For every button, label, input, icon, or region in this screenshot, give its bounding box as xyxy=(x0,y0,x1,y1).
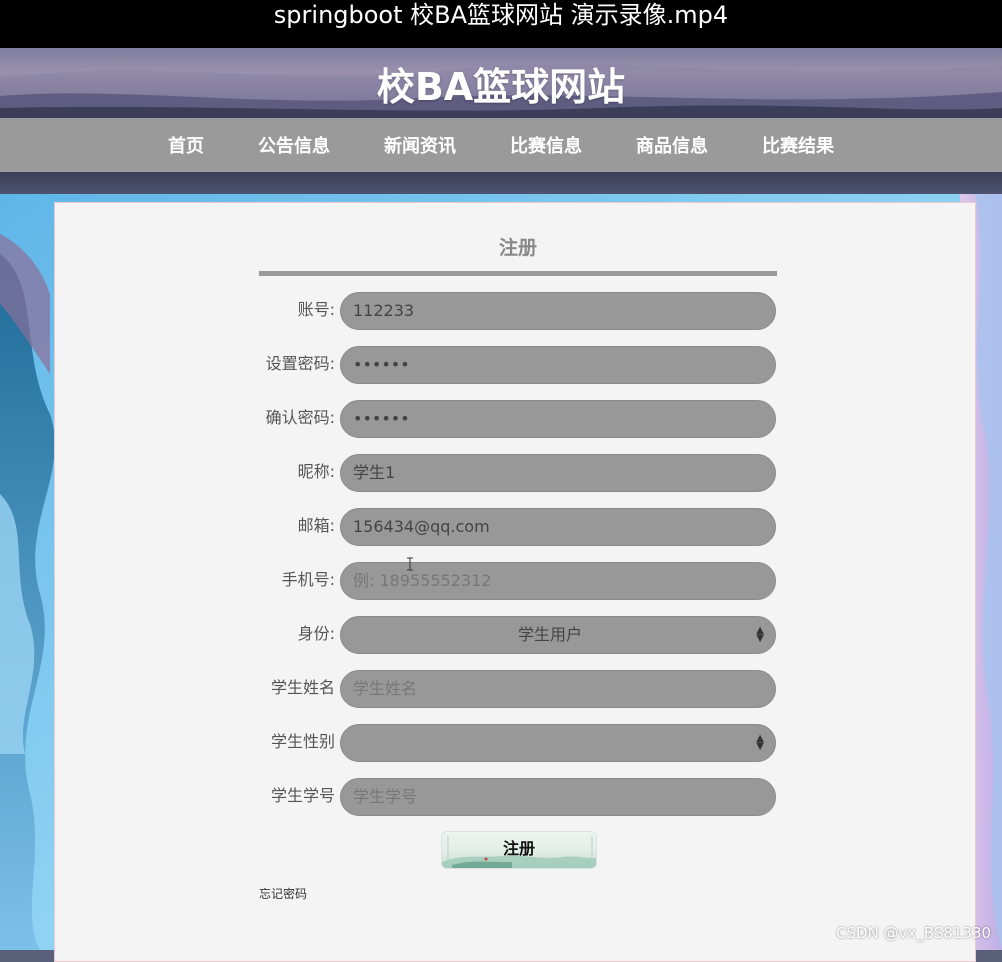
role-select[interactable]: 学生用户 ▲ ▼ xyxy=(340,616,776,654)
select-arrows-icon: ▲ ▼ xyxy=(756,625,764,644)
nav-announcements[interactable]: 公告信息 xyxy=(258,132,330,158)
student-name-input[interactable]: 学生姓名 xyxy=(340,670,776,708)
email-label: 邮箱: xyxy=(297,516,335,535)
student-id-label: 学生学号 xyxy=(270,786,335,805)
email-input[interactable]: 156434@qq.com xyxy=(340,508,776,546)
select-arrows-icon: ▲ ▼ xyxy=(756,733,764,752)
nav-news[interactable]: 新闻资讯 xyxy=(384,132,456,158)
site-title: 校BA篮球网站 xyxy=(376,65,626,109)
main-nav: 首页 公告信息 新闻资讯 比赛信息 商品信息 比赛结果 xyxy=(0,118,1002,172)
nav-products[interactable]: 商品信息 xyxy=(636,132,708,158)
student-gender-label: 学生性别 xyxy=(270,732,335,751)
password-input[interactable]: •••••• xyxy=(340,346,776,384)
video-title: springboot 校BA篮球网站 演示录像.mp4 xyxy=(273,1,729,29)
student-id-input[interactable]: 学生学号 xyxy=(340,778,776,816)
confirm-password-label: 确认密码: xyxy=(265,408,335,427)
row-confirm-password: 确认密码: •••••• xyxy=(255,400,777,438)
nav-home[interactable]: 首页 xyxy=(168,132,204,158)
row-role: 身份: 学生用户 ▲ ▼ xyxy=(255,616,777,654)
row-student-id: 学生学号 学生学号 xyxy=(255,778,777,816)
phone-label: 手机号: xyxy=(281,570,335,589)
nav-results[interactable]: 比赛结果 xyxy=(762,132,834,158)
form-title: 注册 xyxy=(498,237,537,259)
row-phone: 手机号: 例: 18955552312 xyxy=(255,562,777,600)
account-label: 账号: xyxy=(297,300,335,319)
row-email: 邮箱: 156434@qq.com xyxy=(255,508,777,546)
register-card: 注册 账号: 112233 设置密码: •••••• 确认密码: •••••• … xyxy=(54,202,976,962)
register-button[interactable]: 注册 xyxy=(441,831,597,869)
nav-matches[interactable]: 比赛信息 xyxy=(510,132,582,158)
role-selected-value: 学生用户 xyxy=(517,625,582,644)
csdn-watermark: CSDN @vx_BS81330 xyxy=(836,924,992,942)
student-name-label: 学生姓名 xyxy=(270,678,335,697)
role-label: 身份: xyxy=(297,624,335,643)
row-student-gender: 学生性别 ▲ ▼ xyxy=(255,724,777,762)
video-title-bar: springboot 校BA篮球网站 演示录像.mp4 xyxy=(0,0,1002,48)
student-gender-select[interactable]: ▲ ▼ xyxy=(340,724,776,762)
register-button-label: 注册 xyxy=(502,839,535,858)
nickname-input[interactable]: 学生1 xyxy=(340,454,776,492)
row-password: 设置密码: •••••• xyxy=(255,346,777,384)
password-label: 设置密码: xyxy=(265,354,335,373)
row-student-name: 学生姓名 学生姓名 xyxy=(255,670,777,708)
row-nickname: 昵称: 学生1 xyxy=(255,454,777,492)
title-divider xyxy=(259,271,777,276)
forgot-password-link[interactable]: 忘记密码 xyxy=(259,885,307,902)
nickname-label: 昵称: xyxy=(297,462,335,481)
row-account: 账号: 112233 xyxy=(255,292,777,330)
text-cursor-icon xyxy=(407,557,413,571)
nav-shadow xyxy=(0,172,1002,194)
account-input[interactable]: 112233 xyxy=(340,292,776,330)
confirm-password-input[interactable]: •••••• xyxy=(340,400,776,438)
site-header: 校BA篮球网站 xyxy=(0,48,1002,118)
